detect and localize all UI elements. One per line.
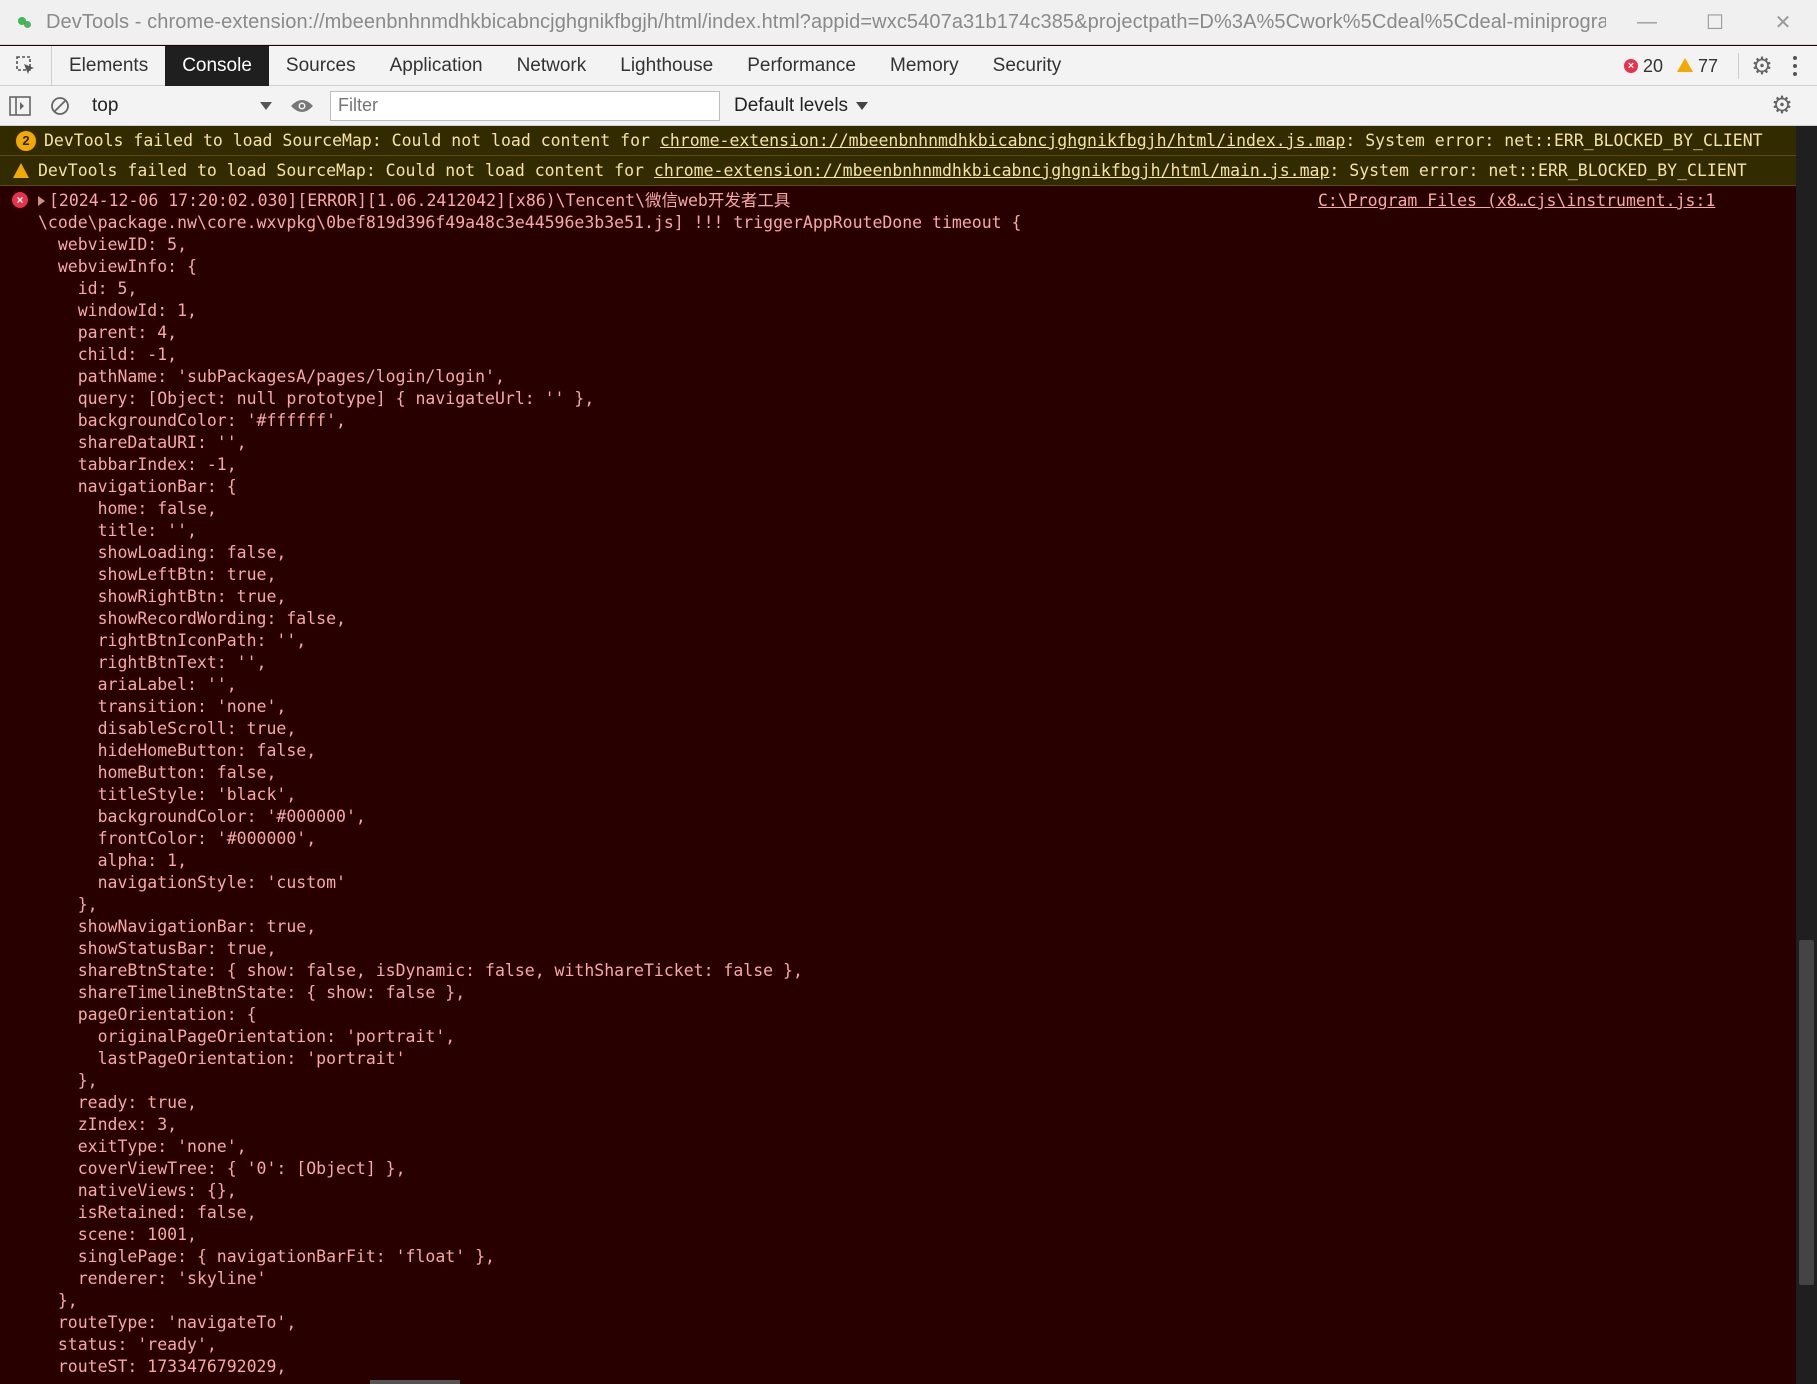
tab-elements[interactable]: Elements <box>52 46 165 86</box>
error-header-text: [2024-12-06 17:20:02.030][ERROR][1.06.24… <box>49 191 791 210</box>
log-levels-dropdown[interactable]: Default levels <box>734 94 869 117</box>
filter-input[interactable] <box>330 90 720 121</box>
divider <box>1738 53 1739 79</box>
warning-text: DevTools failed to load SourceMap: Could… <box>44 131 660 150</box>
clear-console-icon[interactable] <box>40 86 80 126</box>
tab-memory[interactable]: Memory <box>873 46 976 86</box>
console-toolbar: top Default levels ⚙ <box>0 86 1817 126</box>
warning-suffix: : System error: net::ERR_BLOCKED_BY_CLIE… <box>1329 161 1747 180</box>
devtools-tab-bar: Elements Console Sources Application Net… <box>0 45 1817 86</box>
error-object-dump: webviewID: 5, webviewInfo: { id: 5, wind… <box>57 235 803 1376</box>
error-message-line: \code\package.nw\core.wxvpkg\0bef819d396… <box>38 213 1022 232</box>
warning-count: 77 <box>1697 55 1718 76</box>
horizontal-scrollbar-thumb[interactable] <box>370 1380 460 1384</box>
tab-lighthouse[interactable]: Lighthouse <box>603 46 730 86</box>
tab-application[interactable]: Application <box>373 46 500 86</box>
scrollbar-thumb[interactable] <box>1799 940 1814 1285</box>
wechat-devtools-icon <box>16 13 34 31</box>
inspect-element-icon[interactable] <box>0 45 52 86</box>
more-options-icon[interactable] <box>1785 56 1805 76</box>
sourcemap-link[interactable]: chrome-extension://mbeenbnhnmdhkbicabncj… <box>654 161 1330 180</box>
warning-icon <box>13 163 29 178</box>
chevron-down-icon <box>856 101 869 110</box>
console-warning-message: DevTools failed to load SourceMap: Could… <box>0 156 1796 186</box>
console-warning-message: 2 DevTools failed to load SourceMap: Cou… <box>0 126 1796 156</box>
context-value: top <box>92 94 119 116</box>
context-selector[interactable]: top <box>92 95 282 117</box>
warning-suffix: : System error: net::ERR_BLOCKED_BY_CLIE… <box>1345 131 1763 150</box>
warning-text: DevTools failed to load SourceMap: Could… <box>38 161 654 180</box>
vertical-scrollbar[interactable] <box>1796 126 1817 1384</box>
console-error-message: × [2024-12-06 17:20:02.030][ERROR][1.06.… <box>0 186 1796 1378</box>
window-title-bar: DevTools - chrome-extension://mbeenbnhnm… <box>0 0 1817 45</box>
source-location-link[interactable]: C:\Program Files (x8…cjs\instrument.js:1 <box>1318 190 1715 212</box>
console-output[interactable]: 2 DevTools failed to load SourceMap: Cou… <box>0 126 1796 1384</box>
error-icon: × <box>1623 59 1638 73</box>
expand-arrow-icon[interactable] <box>38 196 45 206</box>
minimize-button[interactable]: — <box>1613 0 1681 45</box>
window-title: DevTools - chrome-extension://mbeenbnhnm… <box>46 10 1606 33</box>
tab-network[interactable]: Network <box>500 46 604 86</box>
error-count: 20 <box>1642 55 1663 76</box>
tab-security[interactable]: Security <box>976 46 1079 86</box>
tab-sources[interactable]: Sources <box>269 46 373 86</box>
tab-console[interactable]: Console <box>165 45 269 86</box>
tab-performance[interactable]: Performance <box>730 46 873 86</box>
live-expression-eye-icon[interactable] <box>282 86 322 126</box>
sidebar-toggle-icon[interactable] <box>0 86 40 126</box>
maximize-button[interactable]: ☐ <box>1681 0 1749 45</box>
settings-gear-icon[interactable]: ⚙ <box>1751 53 1773 80</box>
warning-icon <box>1676 58 1693 72</box>
log-levels-label: Default levels <box>734 94 849 116</box>
console-settings-gear-icon[interactable]: ⚙ <box>1771 92 1793 119</box>
sourcemap-link[interactable]: chrome-extension://mbeenbnhnmdhkbicabncj… <box>660 131 1345 150</box>
close-button[interactable]: ✕ <box>1749 0 1817 45</box>
chevron-down-icon <box>260 101 272 110</box>
issue-counter[interactable]: × 20 77 <box>1623 55 1718 77</box>
repeat-count-badge: 2 <box>16 130 36 151</box>
error-icon: × <box>12 192 28 208</box>
